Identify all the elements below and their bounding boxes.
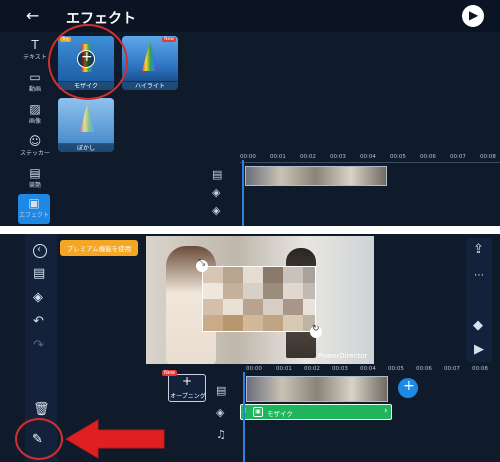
layer-track-icon[interactable]: ◈ — [212, 186, 220, 199]
undo-icon[interactable]: ↶ — [33, 314, 44, 329]
chevron-right-icon[interactable]: › — [384, 406, 388, 416]
media-icon[interactable]: ▤ — [33, 266, 45, 281]
video-preview[interactable]: ⤡ ↻ PowerDirector — [146, 236, 374, 364]
tool-sidebar: T テキスト ▭ 動画 ▨ 画像 ☺ ステッカー ▤ 競艶 ▣ エフェクト — [18, 36, 52, 226]
opening-button[interactable]: + オープニング — [168, 374, 206, 402]
playhead[interactable] — [243, 372, 245, 462]
ruler-label: 00:08 — [480, 154, 496, 160]
sidebar-item-label: 競艶 — [28, 182, 41, 189]
ruler-label: 00:04 — [360, 154, 376, 160]
timeline-ruler: 00:00 00:01 00:02 00:03 00:04 00:05 00:0… — [240, 366, 500, 376]
sidebar-item-layers[interactable]: ▤ 競艶 — [20, 166, 50, 189]
sidebar-item-image[interactable]: ▨ 画像 — [20, 102, 50, 125]
ruler-label: 00:02 — [300, 154, 316, 160]
play-button[interactable]: ▶ — [462, 5, 484, 27]
ruler-label: 00:05 — [388, 366, 404, 372]
ruler-label: 00:01 — [270, 154, 286, 160]
red-arrow — [65, 419, 165, 459]
ruler-label: 00:03 — [330, 154, 346, 160]
layer-track-icon-2[interactable]: ◈ — [212, 204, 220, 217]
effect-label-blur: ぼかし — [58, 143, 114, 152]
premium-button[interactable]: プレミアム機能を使用 — [60, 240, 138, 256]
share-icon[interactable]: ⇪ — [473, 242, 484, 257]
watermark-text: PowerDirector — [318, 352, 368, 360]
add-icon: + — [182, 374, 193, 388]
opening-label: オープニング — [170, 393, 206, 400]
mosaic-effect-clip[interactable]: ‹ ▣ モザイク › — [240, 404, 392, 420]
premium-label: プレミアム機能を使用 — [66, 245, 132, 253]
ruler-label: 00:03 — [332, 366, 348, 372]
video-icon: ▭ — [29, 70, 41, 84]
video-clip[interactable] — [245, 166, 387, 186]
video-track-icon[interactable]: ▤ — [212, 168, 222, 181]
ruler-label: 00:06 — [416, 366, 432, 372]
add-clip-button[interactable]: + — [398, 378, 418, 398]
right-controls: ⇪ ⋯ ◆ ▶ — [466, 238, 492, 362]
playhead[interactable] — [242, 160, 244, 226]
resize-handle-icon[interactable]: ⤡ — [196, 258, 208, 272]
highlight-circle — [15, 418, 63, 460]
layers-icon: ▤ — [29, 166, 41, 180]
sidebar-item-label: 動画 — [28, 86, 41, 93]
effect-icon: ▣ — [253, 407, 263, 417]
ruler-label: 00:00 — [246, 366, 262, 372]
ruler-label: 00:07 — [444, 366, 460, 372]
effect-tile-highlight[interactable]: New ハイライト — [122, 36, 178, 90]
back-arrow-icon[interactable]: ← — [26, 6, 39, 25]
image-icon: ▨ — [29, 102, 41, 116]
effect-label-highlight: ハイライト — [122, 81, 178, 90]
video-track-icon[interactable]: ▤ — [216, 384, 226, 397]
ruler-label: 00:07 — [450, 154, 466, 160]
sidebar-item-label: エフェクト — [18, 212, 49, 219]
clip-label: モザイク — [267, 410, 293, 418]
plus-icon: + — [403, 378, 415, 394]
layer-track-icon[interactable]: ◈ — [216, 406, 224, 419]
editor-screen: ‹ ▤ ◈ ↶ ↷ 🗑 ✎ プレミアム機能を使用 ⤡ ↻ PowerDirect… — [0, 234, 500, 462]
back-button[interactable]: ‹ — [33, 244, 47, 258]
chevron-left-icon: ‹ — [37, 244, 41, 255]
ruler-label: 00:01 — [276, 366, 292, 372]
ruler-label: 00:06 — [420, 154, 436, 160]
audio-track-icon[interactable]: ♫ — [216, 428, 226, 441]
effect-icon: ▣ — [28, 196, 40, 210]
sidebar-item-label: 画像 — [28, 118, 41, 125]
ruler-label: 00:08 — [472, 366, 488, 372]
rotate-handle-icon[interactable]: ↻ — [310, 324, 322, 338]
video-clip[interactable] — [246, 376, 388, 402]
ruler-label: 00:05 — [390, 154, 406, 160]
effect-tile-blur[interactable]: ぼかし — [58, 98, 114, 152]
sidebar-item-label: テキスト — [23, 54, 47, 61]
ruler-label: 00:04 — [360, 366, 376, 372]
sidebar-item-sticker[interactable]: ☺ ステッカー — [20, 134, 50, 157]
highlight-circle — [48, 24, 128, 100]
sidebar-item-effect[interactable]: ▣ エフェクト — [18, 194, 50, 224]
play-icon[interactable]: ▶ — [474, 342, 484, 357]
new-badge: New — [162, 370, 177, 376]
new-badge: New — [162, 37, 176, 42]
text-icon: T — [31, 38, 39, 52]
sticker-icon: ☺ — [28, 134, 42, 148]
mosaic-region[interactable] — [202, 266, 316, 332]
play-icon: ▶ — [469, 8, 479, 22]
keyframe-icon[interactable]: ◆ — [473, 318, 483, 333]
sidebar-item-text[interactable]: T テキスト — [20, 38, 50, 61]
layers-icon[interactable]: ◈ — [33, 290, 43, 305]
sidebar-item-label: ステッカー — [20, 150, 51, 157]
trash-icon[interactable]: 🗑 — [33, 402, 50, 417]
more-options-icon[interactable]: ⋯ — [474, 270, 484, 281]
redo-icon[interactable]: ↷ — [33, 338, 44, 353]
effects-screen: ← エフェクト ▶ T テキスト ▭ 動画 ▨ 画像 ☺ ステッカー ▤ 競艶 … — [0, 0, 500, 226]
sidebar-item-video[interactable]: ▭ 動画 — [20, 70, 50, 93]
ruler-label: 00:02 — [304, 366, 320, 372]
